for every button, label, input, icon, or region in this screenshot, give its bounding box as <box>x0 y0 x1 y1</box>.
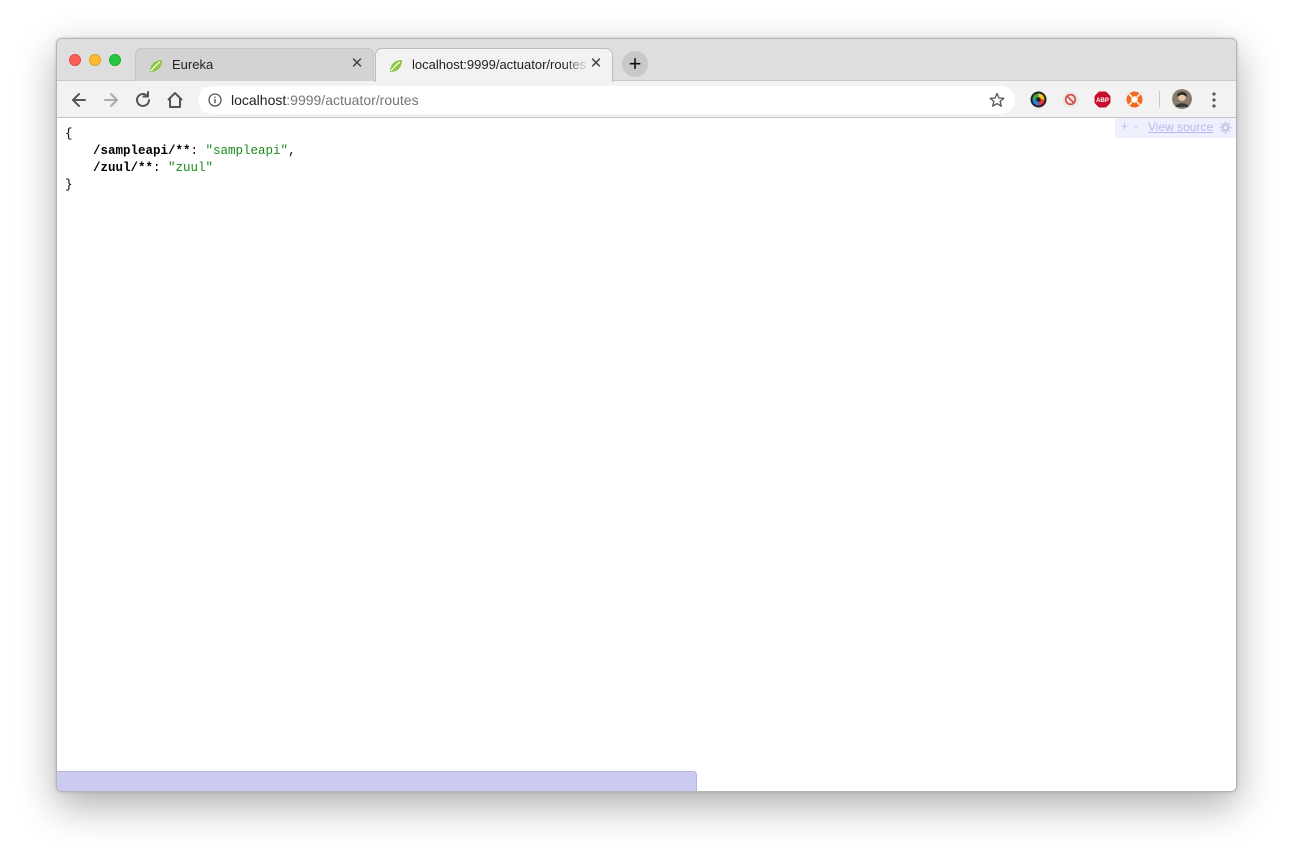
adblock-plus-icon[interactable]: ABP <box>1094 91 1111 108</box>
address-bar[interactable]: localhost:9999/actuator/routes <box>198 86 1015 114</box>
bookmark-star-icon[interactable] <box>989 92 1005 108</box>
spring-leaf-icon <box>390 60 402 72</box>
browser-toolbar: localhost:9999/actuator/routes ABP <box>57 81 1236 118</box>
browser-window: Eureka ✕ localhost:9999/actuator/routes … <box>56 38 1237 792</box>
json-viewer: { /sampleapi/**: "sampleapi", /zuul/**: … <box>65 127 296 192</box>
json-viewer-toolbar: +- View source <box>1115 118 1236 138</box>
tab-strip: Eureka ✕ localhost:9999/actuator/routes … <box>57 39 1236 82</box>
spring-leaf-icon <box>150 60 162 72</box>
tab-actuator-routes[interactable]: localhost:9999/actuator/routes ✕ <box>375 48 613 82</box>
window-minimize-button[interactable] <box>89 54 101 66</box>
toolbar-divider <box>1159 91 1160 108</box>
collapse-all-button[interactable]: - <box>1134 119 1144 133</box>
site-info-icon[interactable] <box>208 93 222 107</box>
json-key: /zuul/** <box>93 161 154 175</box>
svg-text:ABP: ABP <box>1096 97 1109 104</box>
new-tab-button[interactable]: + <box>622 51 648 77</box>
back-icon[interactable] <box>68 89 90 111</box>
home-icon[interactable] <box>164 89 186 111</box>
window-maximize-button[interactable] <box>109 54 121 66</box>
profile-avatar-icon[interactable] <box>1172 89 1192 109</box>
json-value: "sampleapi" <box>205 144 289 158</box>
tab-eureka[interactable]: Eureka ✕ <box>135 48 374 82</box>
status-bar <box>57 771 697 791</box>
close-tab-icon[interactable]: ✕ <box>349 56 365 72</box>
reload-icon[interactable] <box>132 89 154 111</box>
json-key: /sampleapi/** <box>93 144 191 158</box>
tab-title: localhost:9999/actuator/routes <box>412 57 587 72</box>
color-picker-icon[interactable] <box>1030 91 1047 108</box>
url-path: :9999/actuator/routes <box>286 92 419 108</box>
forward-icon[interactable] <box>100 89 122 111</box>
orange-extension-icon[interactable] <box>1126 91 1143 108</box>
json-close-brace: } <box>65 178 73 192</box>
close-tab-icon[interactable]: ✕ <box>588 56 604 72</box>
json-open-brace: { <box>65 127 73 141</box>
json-comma: , <box>288 144 296 158</box>
window-close-button[interactable] <box>69 54 81 66</box>
more-menu-icon[interactable] <box>1207 91 1221 109</box>
expand-collapse-controls[interactable]: +- <box>1121 119 1144 133</box>
page-content: { /sampleapi/**: "sampleapi", /zuul/**: … <box>57 118 1236 791</box>
expand-all-button[interactable]: + <box>1121 119 1134 133</box>
url-text: localhost:9999/actuator/routes <box>231 92 419 108</box>
gear-icon[interactable] <box>1219 121 1232 134</box>
tab-title: Eureka <box>172 57 214 72</box>
view-source-link[interactable]: View source <box>1148 120 1213 134</box>
block-icon[interactable] <box>1062 91 1079 108</box>
url-host: localhost <box>231 92 287 108</box>
json-value: "zuul" <box>168 161 214 175</box>
